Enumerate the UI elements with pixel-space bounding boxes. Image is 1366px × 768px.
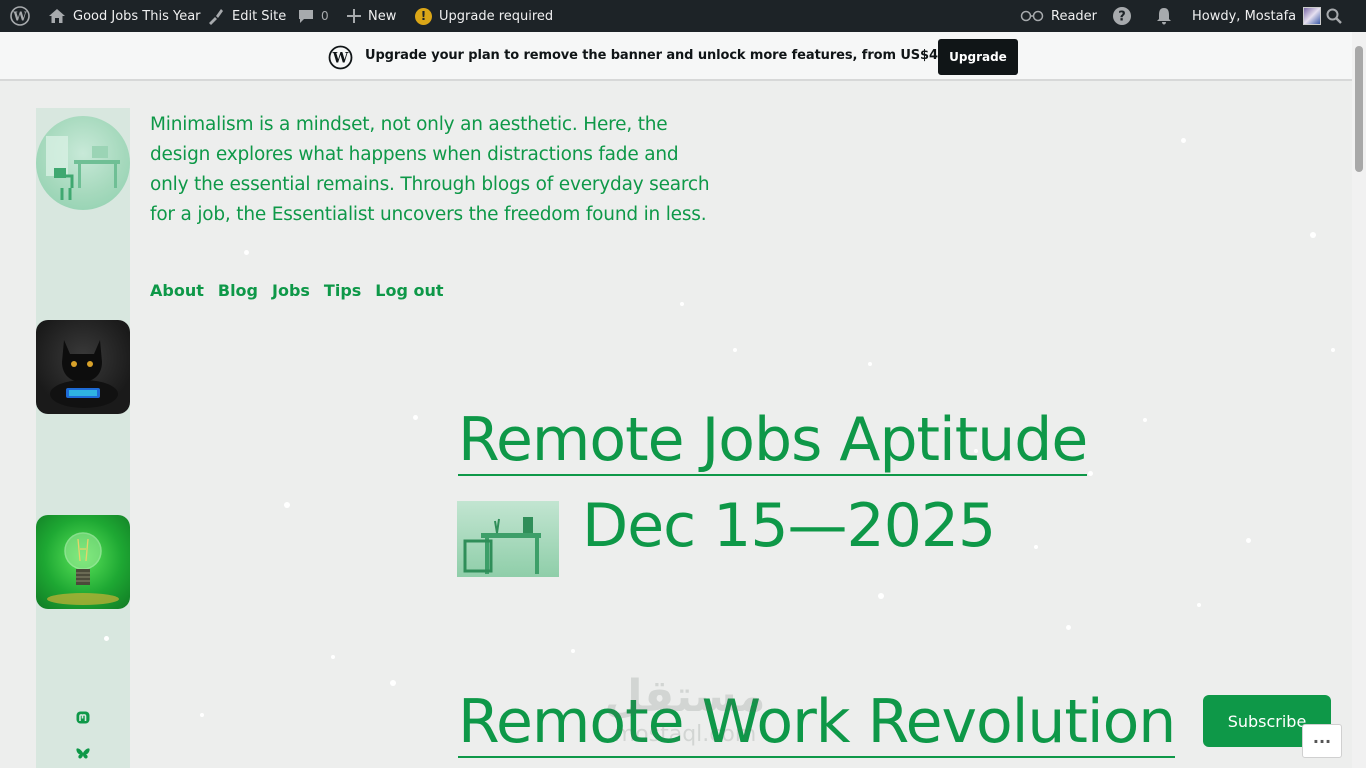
snowflake bbox=[1310, 232, 1316, 238]
reader-glasses-icon bbox=[1020, 10, 1044, 22]
snowflake bbox=[1088, 471, 1093, 476]
snowflake bbox=[1197, 603, 1201, 607]
snowflake bbox=[200, 713, 204, 717]
svg-text:?: ? bbox=[1118, 10, 1126, 25]
snowflake bbox=[733, 348, 737, 352]
notifications-bell-icon[interactable] bbox=[1155, 0, 1173, 32]
ellipsis-icon: ··· bbox=[1312, 731, 1332, 751]
snowflake bbox=[104, 636, 109, 641]
nav-item-about[interactable]: About bbox=[150, 281, 204, 300]
reader-label: Reader bbox=[1051, 8, 1098, 24]
nav-item-blog[interactable]: Blog bbox=[218, 281, 258, 300]
help-icon[interactable]: ? bbox=[1112, 0, 1132, 32]
lightbulb-image[interactable] bbox=[36, 515, 130, 609]
nav-item-log-out[interactable]: Log out bbox=[375, 281, 443, 300]
comment-icon bbox=[298, 8, 314, 24]
snowflake bbox=[1034, 545, 1038, 549]
upgrade-required-link[interactable]: ! Upgrade required bbox=[415, 0, 553, 32]
home-icon bbox=[48, 8, 66, 24]
snowflake bbox=[680, 302, 684, 306]
edit-site-label: Edit Site bbox=[232, 8, 287, 24]
snowflake bbox=[244, 250, 249, 255]
snowflake bbox=[878, 593, 884, 599]
account-menu[interactable]: Howdy, Mostafa bbox=[1192, 0, 1322, 32]
post-date: Dec 15—2025 bbox=[582, 491, 996, 561]
comments-link[interactable]: 0 bbox=[298, 0, 329, 32]
avatar bbox=[1303, 7, 1322, 25]
nav-item-tips[interactable]: Tips bbox=[324, 281, 361, 300]
snowflake bbox=[1066, 625, 1071, 630]
new-label: New bbox=[368, 8, 397, 24]
post-title-link[interactable]: Remote Work Revolution bbox=[458, 688, 1176, 758]
svg-text:W: W bbox=[12, 10, 27, 24]
post-thumbnail-image[interactable] bbox=[457, 501, 559, 577]
snowflake bbox=[571, 649, 575, 653]
scrollbar-thumb[interactable] bbox=[1355, 46, 1363, 172]
plus-icon bbox=[347, 9, 361, 23]
snowflake bbox=[390, 680, 396, 686]
howdy-label: Howdy, Mostafa bbox=[1192, 8, 1297, 24]
site-logo-image[interactable] bbox=[36, 116, 130, 210]
search-icon[interactable] bbox=[1326, 0, 1342, 32]
snowflake bbox=[974, 449, 978, 453]
site-tagline: Minimalism is a mindset, not only an aes… bbox=[150, 114, 710, 225]
nav-item-jobs[interactable]: Jobs bbox=[272, 281, 310, 300]
watermark-latin: mostaql.com bbox=[613, 722, 757, 747]
warning-icon: ! bbox=[415, 7, 432, 25]
wordpress-logo-icon[interactable]: W bbox=[10, 0, 30, 32]
more-options-button[interactable]: ··· bbox=[1302, 724, 1342, 758]
new-content-link[interactable]: New bbox=[347, 0, 396, 32]
edit-site-link[interactable]: Edit Site bbox=[207, 0, 286, 32]
reader-link[interactable]: Reader bbox=[1020, 0, 1097, 32]
snowflake bbox=[1143, 418, 1147, 422]
site-name: Good Jobs This Year bbox=[73, 8, 201, 24]
page-scrollbar[interactable] bbox=[1352, 32, 1366, 768]
snowflake bbox=[1181, 138, 1186, 143]
sidebar-column bbox=[36, 108, 130, 768]
black-cat-image[interactable] bbox=[36, 320, 130, 414]
watermark: مستقل mostaql.com bbox=[600, 670, 770, 760]
wordpress-logo-icon: W bbox=[328, 45, 353, 74]
snowflake bbox=[1331, 348, 1335, 352]
main-navigation: About Blog Jobs Tips Log out bbox=[150, 281, 444, 300]
svg-text:W: W bbox=[332, 51, 349, 67]
mastodon-icon[interactable] bbox=[75, 710, 91, 726]
watermark-arabic: مستقل bbox=[604, 671, 766, 722]
site-name-link[interactable]: Good Jobs This Year bbox=[48, 0, 201, 32]
upgrade-button[interactable]: Upgrade bbox=[938, 39, 1018, 75]
snowflake bbox=[868, 362, 872, 366]
brush-icon bbox=[207, 7, 225, 25]
snowflake bbox=[331, 655, 335, 659]
bluesky-icon[interactable] bbox=[75, 746, 91, 762]
comments-count: 0 bbox=[321, 9, 329, 23]
banner-message: Upgrade your plan to remove the banner a… bbox=[365, 48, 990, 63]
snowflake bbox=[413, 415, 418, 420]
snowflake bbox=[284, 502, 290, 508]
upgrade-required-label: Upgrade required bbox=[439, 8, 554, 24]
snowflake bbox=[1246, 538, 1251, 543]
admin-bar: W Good Jobs This Year Edit Site 0 New ! … bbox=[0, 0, 1366, 32]
upgrade-banner: W Upgrade your plan to remove the banner… bbox=[0, 32, 1352, 81]
post-title-link[interactable]: Remote Jobs Aptitude bbox=[458, 406, 1088, 476]
